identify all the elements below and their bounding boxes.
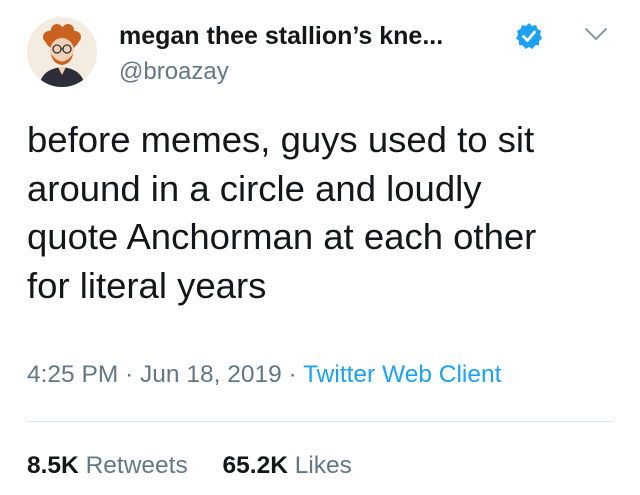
tweet-metadata: 4:25 PM · Jun 18, 2019 · Twitter Web Cli… xyxy=(27,359,501,391)
tweet-time[interactable]: 4:25 PM xyxy=(27,361,118,388)
retweets-stat[interactable]: 8.5K Retweets xyxy=(27,452,188,479)
avatar[interactable] xyxy=(27,17,97,87)
separator: · xyxy=(281,361,304,388)
likes-stat[interactable]: 65.2K Likes xyxy=(223,452,352,479)
likes-count: 65.2K xyxy=(222,452,288,479)
display-name[interactable]: megan thee stallion’s kne... xyxy=(119,20,443,52)
retweets-label: Retweets xyxy=(85,452,188,479)
tweet-line: around in a circle and loudly xyxy=(27,167,482,209)
chevron-down-icon[interactable] xyxy=(583,24,609,44)
retweets-count: 8.5K xyxy=(27,452,79,479)
tweet-line: quote Anchorman at each other xyxy=(27,216,537,257)
tweet-text: before memes, guys used to sit around in… xyxy=(27,116,617,310)
tweet-client-link[interactable]: Twitter Web Client xyxy=(303,361,501,388)
username-handle[interactable]: @broazay xyxy=(119,57,229,87)
tweet-date[interactable]: Jun 18, 2019 xyxy=(140,361,282,388)
verified-badge-icon xyxy=(516,23,542,49)
tweet-line: before memes, guys used to sit xyxy=(27,119,535,160)
tweet-line: for literal years xyxy=(27,264,267,306)
likes-label: Likes xyxy=(294,452,352,479)
separator: · xyxy=(118,361,141,388)
tweet-stats: 8.5K Retweets 65.2K Likes xyxy=(27,450,380,482)
divider xyxy=(27,421,613,422)
